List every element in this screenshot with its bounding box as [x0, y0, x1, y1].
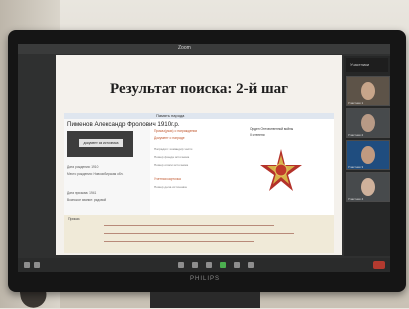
monitor-stand [150, 292, 260, 308]
award-degree: II степени [250, 133, 265, 137]
video-icon[interactable] [34, 262, 40, 268]
handwriting-line [104, 241, 254, 242]
mute-icon[interactable] [24, 262, 30, 268]
participants-icon[interactable] [192, 262, 198, 268]
participant-name: Участник 4 [348, 197, 364, 201]
meeting-title: Zoom [178, 45, 191, 51]
participants-title: Участники [350, 62, 370, 67]
detail-line[interactable]: Документ о награде [154, 136, 185, 140]
participant-face [361, 146, 375, 164]
video-call-screen: Zoom Результат поиска: 2-й шаг Память на… [18, 44, 390, 272]
detail-line: Номер описи источника [154, 163, 189, 167]
slide-title: Результат поиска: 2-й шаг [110, 81, 288, 97]
detail-line: Номер фонда источника [154, 155, 190, 159]
chat-icon[interactable] [206, 262, 212, 268]
document-preview: документ из источника [67, 131, 133, 157]
document-button[interactable]: документ из источника [79, 139, 123, 147]
participant-name: Участник 2 [348, 133, 364, 137]
detail-line[interactable]: Учетная карточка [154, 177, 181, 181]
participant-video[interactable]: Участник 3 [346, 140, 390, 170]
order-medal-icon [260, 149, 302, 191]
browser-screenshot: Память народа Пименов Александр Фролович… [64, 113, 334, 253]
archive-document-strip: Приказ [64, 215, 334, 253]
participant-face [361, 114, 375, 132]
strip-label: Приказ [68, 217, 80, 221]
handwriting-line [104, 225, 274, 226]
shared-slide: Результат поиска: 2-й шаг Память народа … [56, 55, 342, 255]
detail-line[interactable]: Приказ(указ) о награждении [154, 129, 197, 133]
award-panel: Орден Отечественной войны II степени [246, 127, 330, 207]
reactions-icon[interactable] [248, 262, 254, 268]
security-icon[interactable] [178, 262, 184, 268]
participant-name: Участник 3 [348, 165, 364, 169]
person-detail: Дата рождения: 1910 [67, 165, 99, 169]
monitor-brand: PHILIPS [190, 276, 221, 282]
person-detail: Место рождения: Новосибирская обл. [67, 172, 124, 176]
person-detail: Дата призыва: 1941 [67, 191, 97, 195]
share-screen-icon[interactable] [220, 262, 226, 268]
participant-name: Участник 1 [348, 101, 364, 105]
award-name: Орден Отечественной войны [250, 127, 294, 131]
record-icon[interactable] [234, 262, 240, 268]
participant-video[interactable]: Участник 1 [346, 76, 390, 106]
participant-face [361, 178, 375, 196]
meeting-topbar: Zoom [18, 44, 390, 54]
participant-video[interactable]: Участник 2 [346, 108, 390, 138]
meeting-controls [18, 258, 390, 272]
browser-tab-label: Память народа [156, 113, 185, 118]
handwriting-line [104, 233, 294, 234]
participants-header: Участники [346, 58, 388, 72]
participant-video[interactable]: Участник 4 [346, 172, 390, 202]
participant-face [361, 82, 375, 100]
detail-line: Наградил: командир части [154, 147, 193, 151]
end-meeting-button[interactable] [373, 261, 385, 269]
award-details-panel: Приказ(указ) о награждении Документ о на… [154, 127, 244, 227]
person-detail: Воинское звание: рядовой [67, 198, 107, 202]
participants-panel: Участники Участник 1 Участник 2 Участник… [344, 56, 390, 256]
detail-line: Номер дела источника [154, 185, 187, 189]
